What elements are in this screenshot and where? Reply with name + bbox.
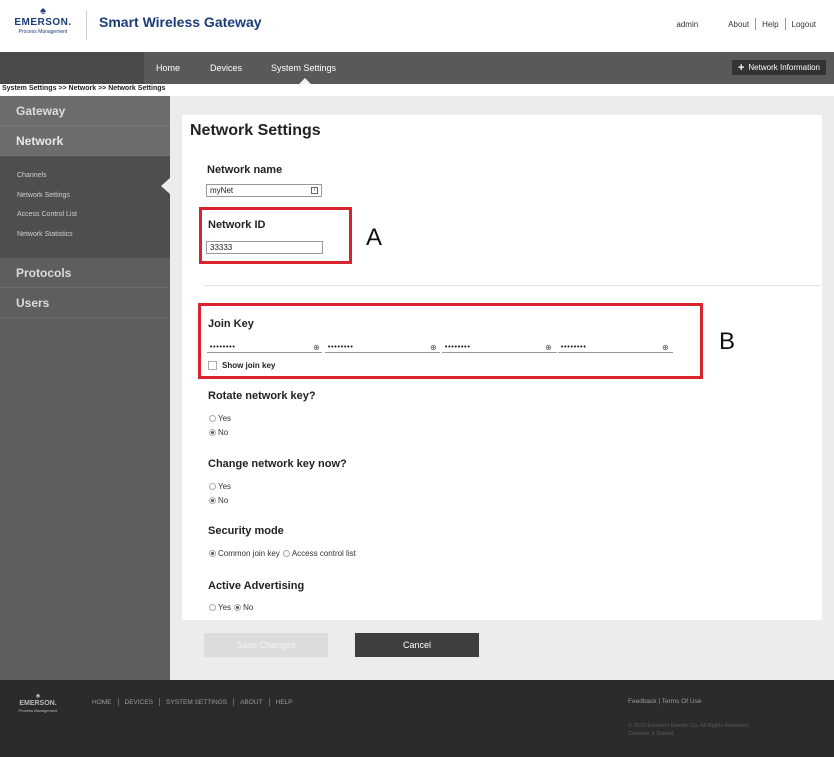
plus-icon: + [737,61,745,74]
radio-button[interactable] [209,550,216,557]
network-information-button[interactable]: + Network Information [731,60,826,75]
footer-logo-sub: Process Management [18,708,58,713]
save-changes-button[interactable]: Save Changes [204,633,328,657]
footer-links: HOME DEVICES SYSTEM SETTINGS ABOUT HELP [86,698,298,706]
radio-button[interactable] [209,415,216,422]
sidebar-active-pointer [161,178,170,194]
breadcrumb: System Settings >> Network >> Network Se… [2,85,166,92]
radio-button[interactable] [282,550,290,557]
emerson-logo[interactable]: ♠ EMERSON. Process Management [12,6,74,42]
rotate-key-label: Rotate network key? [208,390,316,402]
radio-label: No [218,428,229,437]
change-key-no[interactable]: No [209,496,228,505]
info-icon: i [311,187,318,194]
main-navbar: Home Devices System Settings + Network I… [0,52,834,84]
footer-logo[interactable]: ♠ EMERSON. Process Management [18,691,58,714]
footer-link-devices[interactable]: DEVICES [119,699,160,706]
sidebar-subitem-access-control-list[interactable]: Access Control List [0,205,170,225]
radio-label: No [218,496,229,505]
radio-label: No [243,603,254,612]
footer-link-system-settings[interactable]: SYSTEM SETTINGS [160,699,233,706]
rotate-key-no[interactable]: No [209,428,228,437]
sidebar-item-users[interactable]: Users [0,288,170,318]
sidebar-subitem-network-settings[interactable]: Network Settings [0,186,170,206]
app-title: Smart Wireless Gateway [99,14,262,30]
page-title: Network Settings [190,122,321,139]
sidebar-network-submenu: Channels Network Settings Access Control… [0,156,170,258]
nav-active-pointer [299,78,311,84]
network-name-input[interactable] [206,184,322,197]
radio-label: Access control list [291,549,356,558]
sidebar-item-protocols[interactable]: Protocols [0,258,170,288]
radio-label: Yes [218,603,232,612]
top-links: admin About Help Logout [670,18,822,30]
sidebar-subitem-network-statistics[interactable]: Network Statistics [0,225,170,245]
annotation-label-b: B [719,328,736,355]
radio-label: Yes [218,482,232,491]
logo-divider [86,10,87,40]
logo-sub: Process Management [18,29,68,35]
radio-button[interactable] [209,429,216,436]
annotation-box-a [199,207,352,264]
footer-copyright: © 2015 Emerson Electric Co. All Rights R… [628,722,750,738]
footer-link-home[interactable]: HOME [86,699,118,706]
emerson-logo-icon: ♠ [40,5,46,17]
security-mode-options: Common join key Access control list [209,549,356,558]
active-advertising-label: Active Advertising [208,580,305,592]
radio-button[interactable] [209,497,216,504]
sidebar-item-network[interactable]: Network [0,126,170,156]
sidebar: Gateway Network Channels Network Setting… [0,96,170,680]
network-information-label: Network Information [748,63,820,72]
radio-button[interactable] [234,604,242,611]
emerson-logo-icon: ♠ [35,691,41,700]
help-link[interactable]: Help [756,20,784,29]
radio-label: Common join key [218,549,280,558]
cancel-button[interactable]: Cancel [355,633,479,657]
annotation-box-b [198,303,703,379]
footer-link-help[interactable]: HELP [270,699,299,706]
nav-home[interactable]: Home [156,63,180,73]
radio-button[interactable] [209,604,216,611]
navbar-left-block [0,52,144,84]
footer-logo-name: EMERSON. [19,700,57,707]
username: admin [676,19,699,29]
rotate-key-yes[interactable]: Yes [209,414,231,423]
logo-name: EMERSON. [14,17,72,28]
security-mode-label: Security mode [208,525,284,537]
radio-button[interactable] [209,483,216,490]
nav-system-settings[interactable]: System Settings [271,63,336,73]
about-link[interactable]: About [722,20,755,29]
annotation-label-a: A [366,224,383,251]
app-header: ♠ EMERSON. Process Management Smart Wire… [0,0,834,52]
active-advertising-options: Yes No [209,603,253,612]
tagline: Consider It Solved. [628,731,675,737]
radio-label: Yes [218,414,232,423]
nav-devices[interactable]: Devices [210,63,242,73]
footer: ♠ EMERSON. Process Management HOME DEVIC… [0,680,834,757]
section-divider [204,285,821,286]
change-key-label: Change network key now? [208,458,347,470]
logout-link[interactable]: Logout [786,20,822,29]
copyright-line: © 2015 Emerson Electric Co. All Rights R… [628,723,751,729]
sidebar-item-gateway[interactable]: Gateway [0,96,170,126]
change-key-yes[interactable]: Yes [209,482,231,491]
network-name-label: Network name [207,164,283,176]
footer-link-about[interactable]: ABOUT [234,699,268,706]
footer-feedback-terms[interactable]: Feedback | Terms Of Use [628,698,701,705]
sidebar-subitem-channels[interactable]: Channels [0,166,170,186]
